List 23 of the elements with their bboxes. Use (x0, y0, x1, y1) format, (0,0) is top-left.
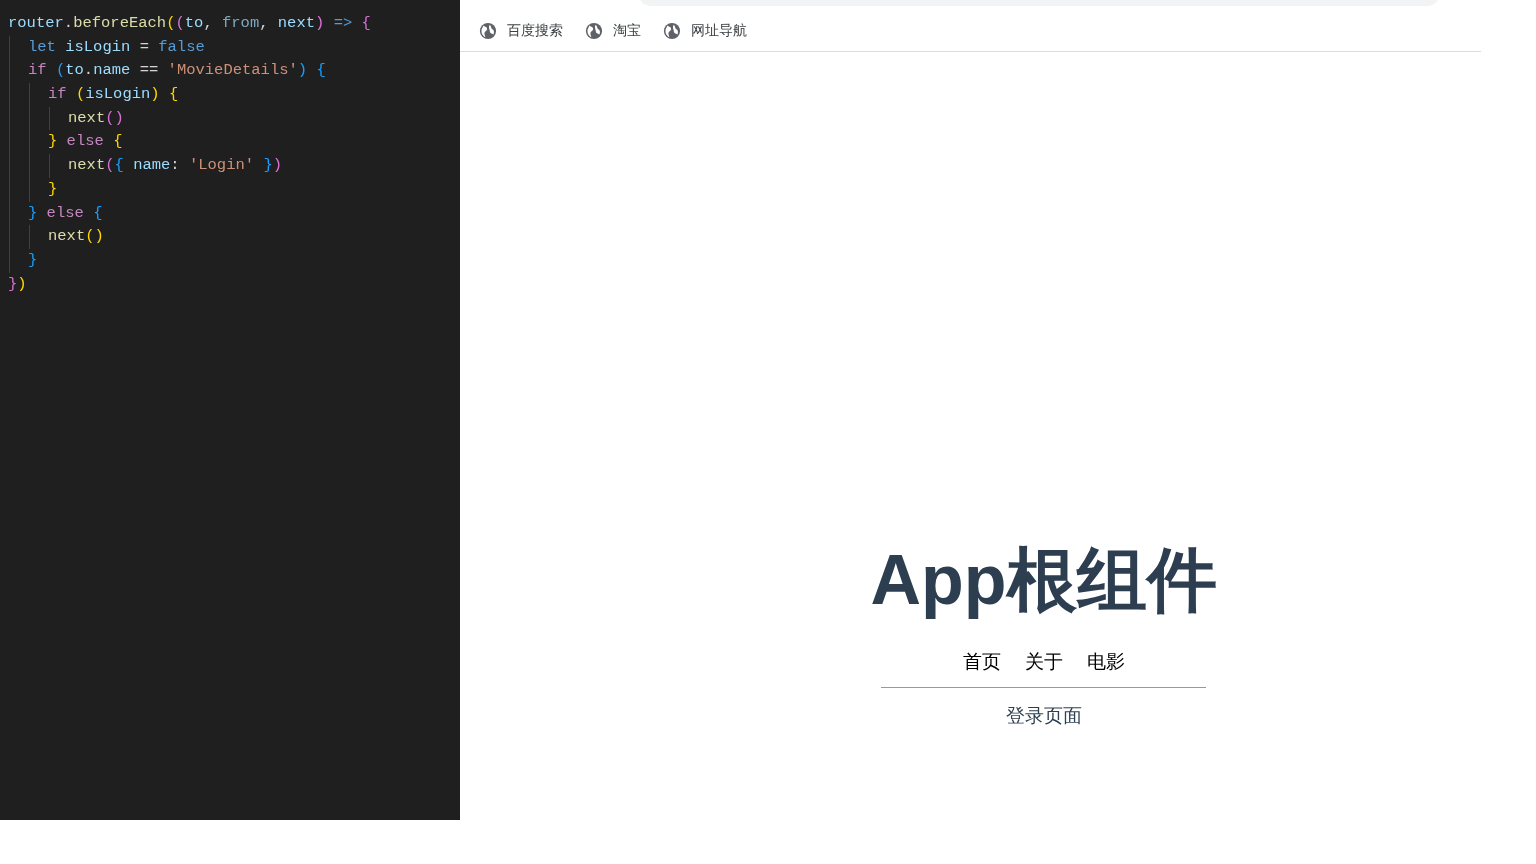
nav-link[interactable]: 关于 (1024, 648, 1063, 677)
code-line: } (48, 178, 58, 200)
code-line: next({ name: 'Login' }) (68, 155, 282, 177)
code-line: }) (8, 273, 27, 295)
code-line: next() (68, 107, 124, 129)
bookmark[interactable]: 网址导航 (663, 20, 747, 41)
bookmark[interactable]: 百度搜索 (479, 20, 563, 41)
code-line: router.beforeEach((to, from, next) => { (8, 13, 371, 34)
code-line: if (isLogin) { (48, 84, 179, 106)
code-line: } else { (28, 202, 103, 224)
nav-link[interactable]: 电影 (1086, 648, 1125, 677)
code-line: } (28, 249, 38, 271)
code-line: let isLogin = false (28, 36, 205, 58)
code-line: next() (48, 226, 104, 248)
nav-link[interactable]: 首页 (962, 648, 1001, 677)
globe-icon (663, 21, 681, 40)
code-line: } else { (48, 131, 123, 153)
app-title: App根组件 (870, 540, 1217, 620)
page-content: 登录页面 (1005, 703, 1082, 728)
globe-icon (479, 21, 497, 40)
code-line: if (to.name == 'MovieDetails') { (28, 60, 326, 82)
globe-icon (585, 21, 603, 40)
bookmark[interactable]: 淘宝 (585, 20, 641, 41)
